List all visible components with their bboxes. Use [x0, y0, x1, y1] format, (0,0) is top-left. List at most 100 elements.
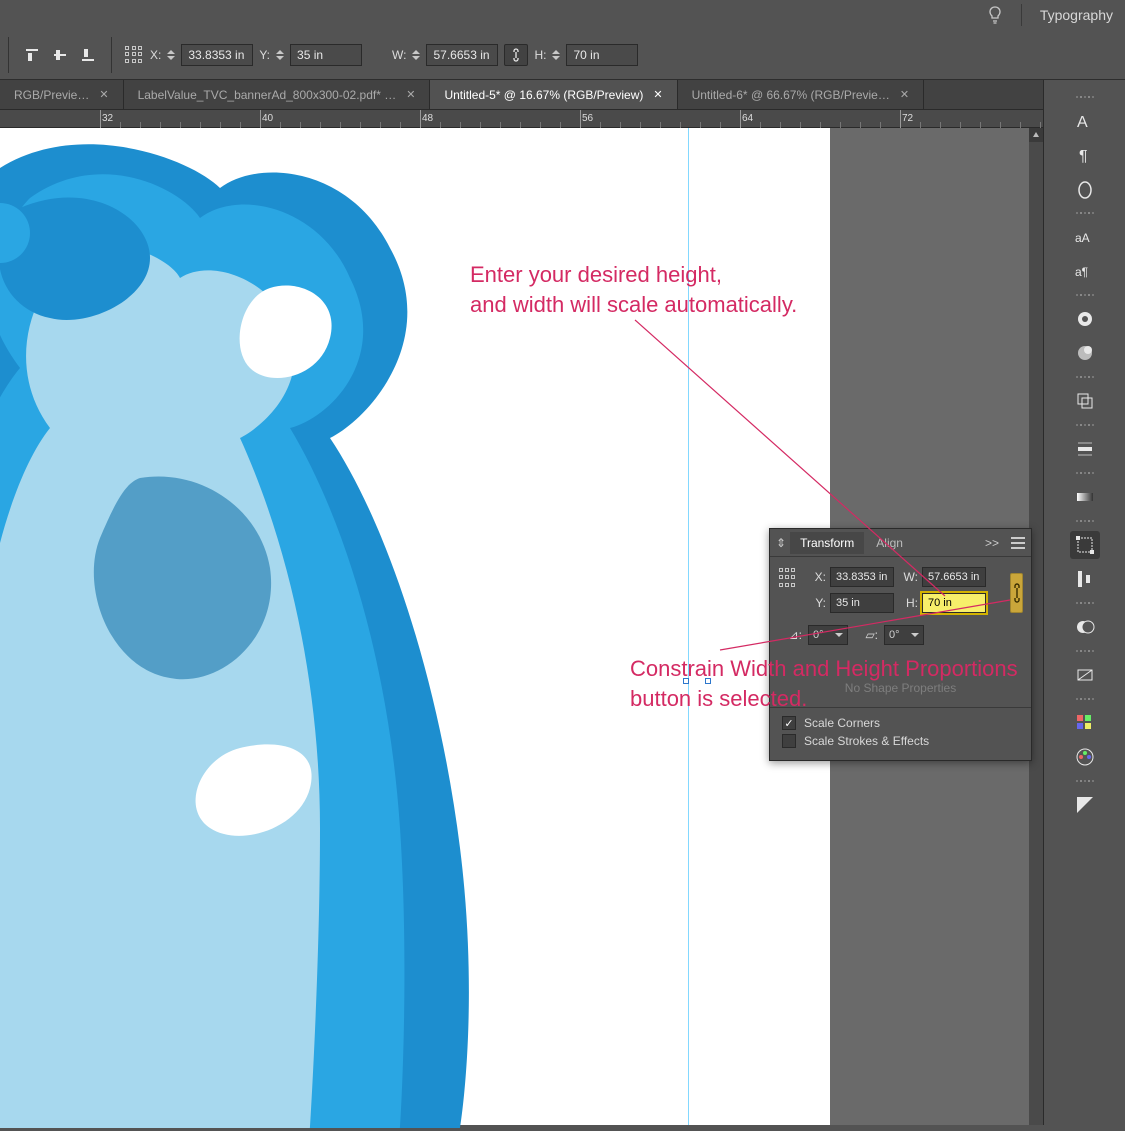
x-input[interactable]: [181, 44, 253, 66]
panel-grip[interactable]: [1065, 650, 1105, 656]
scale-corners-checkbox[interactable]: Scale Corners: [782, 716, 1023, 730]
separator: [111, 37, 112, 73]
doctab-label: LabelValue_TVC_bannerAd_800x300-02.pdf* …: [138, 88, 397, 102]
x-label: X:: [806, 570, 826, 584]
collapse-icon[interactable]: >>: [985, 536, 999, 550]
stroke-panel-icon[interactable]: [1070, 435, 1100, 463]
character-panel-icon[interactable]: A: [1070, 107, 1100, 135]
layers-panel-icon[interactable]: [1070, 387, 1100, 415]
separator: [8, 37, 9, 73]
panel-grip[interactable]: [1065, 212, 1105, 218]
menubar-divider: [1021, 4, 1022, 26]
annotation-line: and width will scale automatically.: [470, 292, 797, 317]
y-label: Y:: [259, 48, 270, 62]
transform-panel-icon[interactable]: [1070, 531, 1100, 559]
svg-text:¶: ¶: [1079, 148, 1088, 165]
h-input[interactable]: [566, 44, 638, 66]
gradient-panel-icon[interactable]: [1070, 483, 1100, 511]
shear-icon: ▱:: [854, 628, 878, 642]
transform-panel[interactable]: ⇕ Transform Align >> X: W: Y:: [769, 528, 1032, 761]
close-icon[interactable]: ✕: [99, 88, 108, 101]
swatches-panel-icon[interactable]: [1070, 709, 1100, 737]
panel-grip[interactable]: [1065, 294, 1105, 300]
w-input[interactable]: [922, 567, 986, 587]
align-bottom-icon[interactable]: [77, 44, 99, 66]
checkbox-icon: [782, 734, 796, 748]
angle-value: 0°: [813, 629, 824, 641]
panel-grip[interactable]: [1065, 376, 1105, 382]
horizontal-ruler[interactable]: 324048566472: [0, 110, 1043, 128]
document-tab[interactable]: Untitled-5* @ 16.67% (RGB/Preview) ✕: [430, 80, 677, 109]
h-label: H:: [898, 596, 918, 610]
tab-transform[interactable]: Transform: [790, 532, 864, 554]
svg-text:A: A: [1077, 114, 1088, 131]
shear-dropdown[interactable]: 0°: [884, 625, 924, 645]
graphic-styles-panel-icon[interactable]: [1070, 339, 1100, 367]
pathfinder-panel-icon[interactable]: [1070, 613, 1100, 641]
align-vertical-cluster: [21, 44, 99, 66]
scroll-up-icon[interactable]: [1029, 128, 1043, 142]
links-panel-icon[interactable]: [1070, 661, 1100, 689]
panel-grip[interactable]: [1065, 602, 1105, 608]
y-label: Y:: [806, 596, 826, 610]
glyphs-panel-icon[interactable]: [1070, 175, 1100, 203]
document-tab[interactable]: RGB/Previe…✕: [0, 80, 124, 109]
reference-point-grid[interactable]: [124, 45, 144, 65]
color-panel-icon[interactable]: [1070, 743, 1100, 771]
x-input[interactable]: [830, 567, 894, 587]
paragraph-styles-panel-icon[interactable]: a¶: [1070, 257, 1100, 285]
w-input[interactable]: [426, 44, 498, 66]
align-panel-icon[interactable]: [1070, 565, 1100, 593]
scale-corners-label: Scale Corners: [804, 716, 880, 730]
panel-grip[interactable]: [1065, 96, 1105, 102]
svg-text:aA: aA: [1075, 231, 1090, 245]
svg-text:a¶: a¶: [1075, 265, 1088, 279]
annotation-line: Enter your desired height,: [470, 262, 722, 287]
panel-grip[interactable]: [1065, 424, 1105, 430]
x-label: X:: [150, 48, 161, 62]
appearance-panel-icon[interactable]: [1070, 305, 1100, 333]
h-field[interactable]: [552, 44, 638, 66]
document-tab[interactable]: LabelValue_TVC_bannerAd_800x300-02.pdf* …: [124, 80, 431, 109]
align-vcenter-icon[interactable]: [49, 44, 71, 66]
annotation-line: Constrain Width and Height Proportions: [630, 656, 1018, 681]
document-tab[interactable]: Untitled-6* @ 66.67% (RGB/Previe…✕: [678, 80, 924, 109]
constrain-wh-icon[interactable]: [1010, 573, 1023, 613]
panel-grip[interactable]: [1065, 472, 1105, 478]
panel-grip[interactable]: [1065, 698, 1105, 704]
transparency-panel-icon[interactable]: [1070, 791, 1100, 819]
close-icon[interactable]: ✕: [406, 88, 415, 101]
ruler-tick-label: 56: [582, 113, 593, 124]
character-styles-panel-icon[interactable]: aA: [1070, 223, 1100, 251]
x-field[interactable]: [167, 44, 253, 66]
document-tabstrip: RGB/Previe…✕ LabelValue_TVC_bannerAd_800…: [0, 80, 1043, 110]
ruler-tick-label: 64: [742, 113, 753, 124]
constrain-wh-icon[interactable]: [504, 44, 528, 66]
h-input[interactable]: [922, 593, 986, 613]
scale-strokes-checkbox[interactable]: Scale Strokes & Effects: [782, 734, 1023, 748]
top-menubar: Typography: [0, 0, 1125, 30]
help-tips-icon[interactable]: [987, 7, 1003, 23]
angle-dropdown[interactable]: 0°: [808, 625, 848, 645]
doctab-label: Untitled-5* @ 16.67% (RGB/Preview): [444, 88, 643, 102]
tab-align[interactable]: Align: [866, 532, 913, 554]
panel-menu-icon[interactable]: [1011, 537, 1025, 549]
ruler-tick-label: 72: [902, 113, 913, 124]
reference-point-grid[interactable]: [778, 567, 796, 589]
ruler-tick-label: 40: [262, 113, 273, 124]
ruler-tick-label: 48: [422, 113, 433, 124]
align-top-icon[interactable]: [21, 44, 43, 66]
panel-header[interactable]: ⇕ Transform Align >>: [770, 529, 1031, 557]
y-input[interactable]: [290, 44, 362, 66]
close-icon[interactable]: ✕: [900, 88, 909, 101]
annotation-line: button is selected.: [630, 686, 807, 711]
paragraph-panel-icon[interactable]: ¶: [1070, 141, 1100, 169]
scale-strokes-label: Scale Strokes & Effects: [804, 734, 929, 748]
close-icon[interactable]: ✕: [653, 88, 662, 101]
y-field[interactable]: [276, 44, 362, 66]
panel-grip[interactable]: [1065, 520, 1105, 526]
w-field[interactable]: [412, 44, 498, 66]
typography-menu[interactable]: Typography: [1040, 7, 1113, 23]
panel-grip[interactable]: [1065, 780, 1105, 786]
y-input[interactable]: [830, 593, 894, 613]
